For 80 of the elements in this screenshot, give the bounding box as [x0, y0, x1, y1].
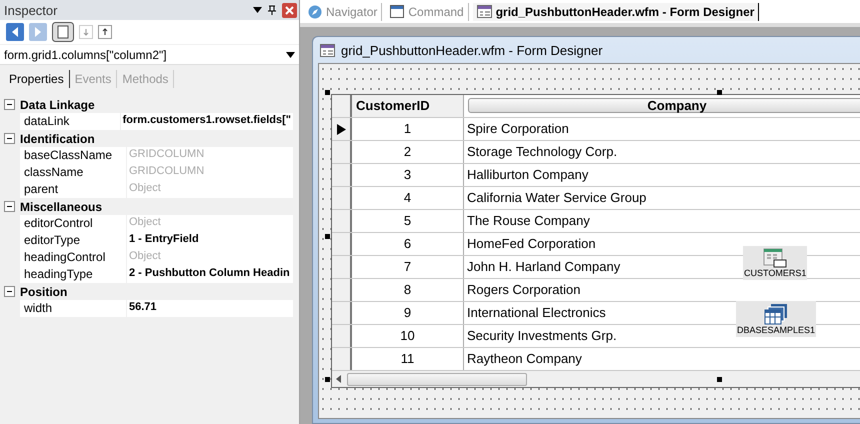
- table-cell-text: John H. Harland Company: [466, 258, 622, 276]
- property-name: headingType: [20, 266, 126, 283]
- collapse-icon[interactable]: [4, 99, 15, 110]
- document-tab[interactable]: grid_PushbuttonHeader.wfm - Form Designer: [472, 2, 760, 20]
- table-cell: 1: [352, 118, 464, 140]
- sort-up-icon[interactable]: [98, 25, 112, 39]
- row-header[interactable]: [332, 118, 352, 140]
- collapse-icon[interactable]: [4, 133, 15, 144]
- inspector-tab[interactable]: Properties: [4, 70, 70, 88]
- dropdown-icon[interactable]: [253, 7, 262, 13]
- table-cell: 4: [352, 187, 464, 209]
- property-name: className: [20, 164, 126, 181]
- property-name: dataLink: [20, 113, 120, 130]
- table-cell-text: International Electronics: [466, 304, 607, 322]
- table-cell-text: Raytheon Company: [466, 350, 583, 368]
- property-group: Miscellaneous: [20, 200, 102, 214]
- object-selector[interactable]: form.grid1.columns["column2"]: [0, 45, 299, 65]
- property-value[interactable]: 56.71: [127, 300, 293, 317]
- property-value[interactable]: form.customers1.rowset.fields[": [120, 113, 293, 130]
- pin-icon[interactable]: [268, 5, 276, 15]
- table-cell: 9: [352, 302, 464, 324]
- property-group: Position: [20, 284, 68, 298]
- close-icon[interactable]: [282, 2, 297, 18]
- table-cell: 11: [352, 348, 464, 370]
- table-cell-text: The Rouse Company: [466, 212, 591, 230]
- table-cell-text: Storage Technology Corp.: [466, 143, 618, 161]
- table-cell: 10: [352, 325, 464, 347]
- property-name: editorType: [20, 232, 126, 249]
- window-title: grid_PushbuttonHeader.wfm - Form Designer: [341, 42, 603, 58]
- selection-handle[interactable]: [325, 234, 330, 239]
- selection-handle[interactable]: [717, 377, 722, 382]
- property-name: parent: [20, 181, 126, 198]
- selection-handle[interactable]: [325, 90, 330, 95]
- sort-down-icon[interactable]: [79, 25, 93, 39]
- property-value[interactable]: 1 - EntryField: [127, 232, 293, 249]
- scroll-left-icon[interactable]: [336, 375, 341, 383]
- table-cell: 7: [352, 256, 464, 278]
- table-cell: 6: [352, 233, 464, 255]
- component-label: DBASESAMPLES1: [737, 325, 816, 335]
- document-tab[interactable]: Command: [386, 2, 469, 20]
- row-header: [332, 95, 352, 117]
- selection-handle[interactable]: [325, 377, 330, 382]
- table-cell: 5: [352, 210, 464, 232]
- table-cell: 3: [352, 164, 464, 186]
- panel-title: Inspector: [4, 2, 58, 18]
- table-cell-text: Halliburton Company: [466, 166, 590, 184]
- property-value[interactable]: 2 - Pushbutton Column Headin: [127, 266, 293, 283]
- collapse-icon[interactable]: [4, 286, 15, 297]
- collapse-icon[interactable]: [4, 201, 15, 212]
- form-icon: [476, 5, 492, 18]
- document-tab[interactable]: Navigator: [304, 2, 382, 20]
- property-name: width: [20, 300, 126, 317]
- table-cell-text: Rogers Corporation: [466, 281, 582, 299]
- table-cell-text: California Water Service Group: [466, 189, 648, 207]
- form-icon: [320, 44, 335, 56]
- column-header[interactable]: CustomerID: [352, 95, 464, 117]
- data-grid[interactable]: [331, 94, 860, 388]
- selection-handle[interactable]: [717, 90, 722, 95]
- column-header-button[interactable]: Company: [468, 98, 860, 113]
- table-cell: 2: [352, 141, 464, 163]
- dropdown-icon[interactable]: [286, 52, 295, 58]
- horizontal-scrollbar[interactable]: [332, 371, 860, 387]
- scroll-thumb[interactable]: [347, 372, 527, 386]
- table-cell-text: HomeFed Corporation: [466, 235, 597, 253]
- table-cell-text: Spire Corporation: [466, 120, 570, 138]
- data-component[interactable]: CUSTOMERS1: [743, 246, 808, 280]
- sql-table-icon: [763, 248, 788, 268]
- table-cell: 8: [352, 279, 464, 301]
- stacked-tables-icon: [764, 303, 788, 325]
- component-label: CUSTOMERS1: [744, 268, 806, 278]
- compass-icon: [308, 4, 322, 18]
- categorized-view-icon[interactable]: [52, 22, 74, 42]
- property-name: editorControl: [20, 215, 126, 232]
- window-icon: [390, 5, 404, 18]
- property-name: headingControl: [20, 249, 126, 266]
- property-group: Identification: [20, 132, 95, 146]
- property-name: baseClassName: [20, 147, 126, 164]
- property-group: Data Linkage: [20, 98, 95, 112]
- data-component[interactable]: DBASESAMPLES1: [736, 301, 816, 337]
- table-cell-text: Security Investments Grp.: [466, 327, 618, 345]
